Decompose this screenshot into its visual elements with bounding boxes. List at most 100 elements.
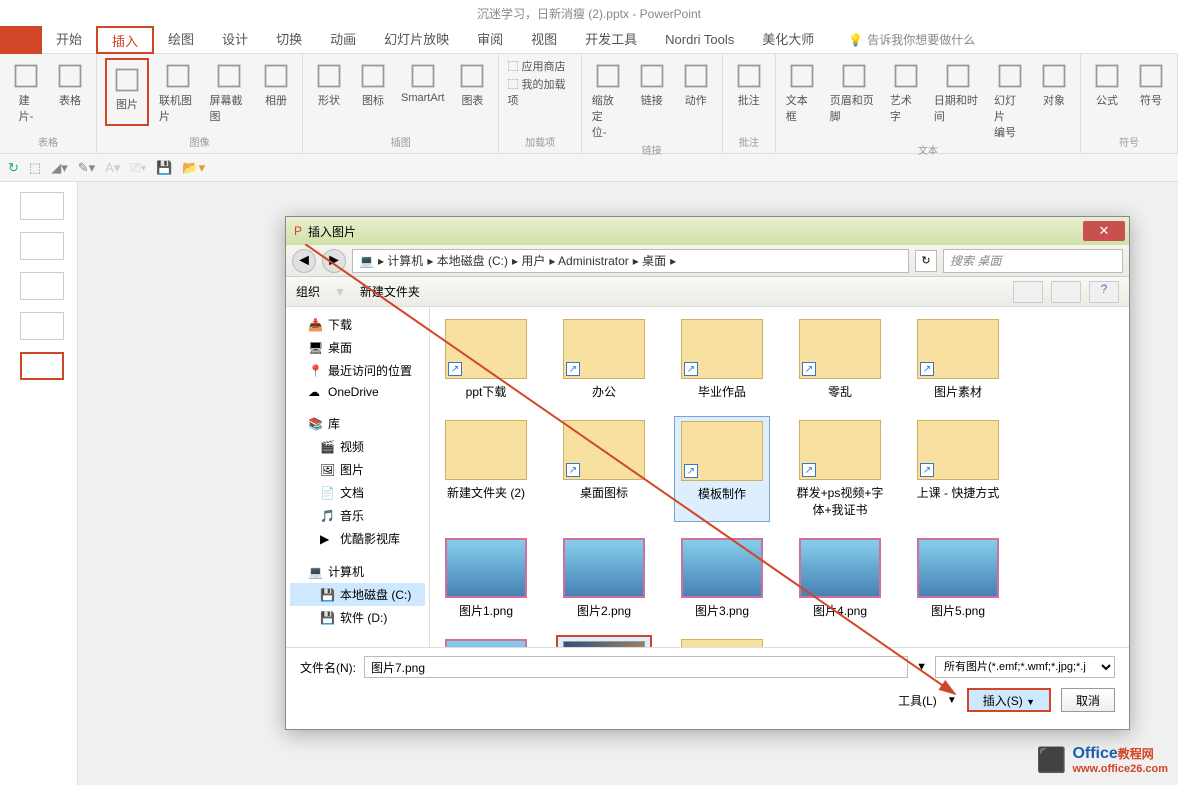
tree-item-库[interactable]: 📚库: [290, 412, 425, 435]
tab-开始[interactable]: 开始: [42, 26, 96, 54]
addon-item[interactable]: ⬚ 应用商店: [507, 58, 572, 74]
tab-设计[interactable]: 设计: [208, 26, 262, 54]
refresh-icon[interactable]: ↻: [915, 250, 937, 272]
tree-item-软件 (D:)[interactable]: 💾软件 (D:): [290, 606, 425, 629]
comment-button[interactable]: 批注: [731, 58, 767, 110]
tree-item-桌面[interactable]: 🖥桌面: [290, 336, 425, 359]
table-button[interactable]: 表格: [52, 58, 88, 126]
close-button[interactable]: ✕: [1083, 221, 1125, 241]
file-item[interactable]: 图片1.png: [438, 534, 534, 623]
zoom-button[interactable]: 缩放定位-: [590, 58, 626, 142]
file-item[interactable]: ↗毕业作品: [674, 315, 770, 404]
symbol-button[interactable]: 符号: [1133, 58, 1169, 110]
tree-item-计算机[interactable]: 💻计算机: [290, 560, 425, 583]
addon-item[interactable]: ⬚ 我的加载项: [507, 76, 572, 108]
view-mode-button[interactable]: [1051, 281, 1081, 303]
smartart-button[interactable]: SmartArt: [399, 58, 446, 110]
file-item[interactable]: 图片5.png: [910, 534, 1006, 623]
tree-item-OneDrive[interactable]: ☁OneDrive: [290, 382, 425, 402]
tab-视图[interactable]: 视图: [517, 26, 571, 54]
open-icon[interactable]: 📂▾: [182, 160, 205, 176]
album-button[interactable]: 相册: [258, 58, 294, 126]
file-item[interactable]: ↗模板制作: [674, 416, 770, 522]
slide-thumb[interactable]: [20, 312, 64, 340]
file-item[interactable]: ↗群发+ps视频+字体+我证书: [792, 416, 888, 522]
file-item[interactable]: 图片2.png: [556, 534, 652, 623]
slide-number-button[interactable]: 幻灯片编号: [992, 58, 1028, 142]
path-segment[interactable]: ▸ 本地磁盘 (C:): [427, 252, 508, 269]
tree-item-优酷影视库[interactable]: ▶优酷影视库: [290, 527, 425, 550]
online-picture-button[interactable]: 联机图片: [157, 58, 200, 126]
tree-item-最近访问的位置[interactable]: 📍最近访问的位置: [290, 359, 425, 382]
icons-button[interactable]: 图标: [355, 58, 391, 110]
qat-btn[interactable]: ✎▾: [78, 160, 95, 176]
new-folder-button[interactable]: 新建文件夹: [360, 283, 420, 300]
action-button[interactable]: 动作: [678, 58, 714, 142]
file-tab[interactable]: [0, 26, 42, 54]
new-slide-button[interactable]: 建片-: [8, 58, 44, 126]
cancel-button[interactable]: 取消: [1061, 688, 1115, 712]
shapes-button[interactable]: 形状: [311, 58, 347, 110]
save-icon[interactable]: 💾: [156, 160, 172, 176]
file-item[interactable]: 新建文件夹 (2): [438, 416, 534, 522]
tree-item-本地磁盘 (C:)[interactable]: 💾本地磁盘 (C:): [290, 583, 425, 606]
tree-item-音乐[interactable]: 🎵音乐: [290, 504, 425, 527]
qat-btn[interactable]: ◢▾: [51, 160, 68, 176]
file-item[interactable]: ↗ppt下载: [438, 315, 534, 404]
search-input[interactable]: 搜索 桌面: [943, 249, 1123, 273]
screenshot-button[interactable]: 屏幕截图: [208, 58, 251, 126]
slide-thumb[interactable]: [20, 272, 64, 300]
forward-button[interactable]: ►: [322, 249, 346, 273]
file-item[interactable]: 图片3.png: [674, 534, 770, 623]
back-button[interactable]: ◄: [292, 249, 316, 273]
file-item[interactable]: ↗上课 - 快捷方式: [910, 416, 1006, 522]
tab-美化大师[interactable]: 美化大师: [748, 26, 828, 54]
equation-button[interactable]: 公式: [1089, 58, 1125, 110]
slide-thumb[interactable]: [20, 192, 64, 220]
tree-item-视频[interactable]: 🎬视频: [290, 435, 425, 458]
wordart-button[interactable]: 艺术字: [888, 58, 924, 142]
tab-绘图[interactable]: 绘图: [154, 26, 208, 54]
file-item[interactable]: ↗办公: [556, 315, 652, 404]
qat-btn[interactable]: A▾: [105, 160, 120, 176]
path-segment[interactable]: ▸ 桌面: [633, 252, 666, 269]
file-item[interactable]: 图片6.png: [438, 635, 534, 647]
tree-item-图片[interactable]: 🖼图片: [290, 458, 425, 481]
dialog-titlebar[interactable]: P 插入图片 ✕: [286, 217, 1129, 245]
view-mode-button[interactable]: [1013, 281, 1043, 303]
refresh-icon[interactable]: ↻: [8, 160, 19, 176]
link-button[interactable]: 链接: [634, 58, 670, 142]
object-button[interactable]: 对象: [1036, 58, 1072, 142]
organize-menu[interactable]: 组织: [296, 283, 320, 300]
file-item[interactable]: 图片4.png: [792, 534, 888, 623]
tree-item-下载[interactable]: 📥下载: [290, 313, 425, 336]
datetime-button[interactable]: 日期和时间: [932, 58, 984, 142]
tools-menu[interactable]: 工具(L): [898, 692, 937, 709]
tab-开发工具[interactable]: 开发工具: [571, 26, 651, 54]
path-breadcrumb[interactable]: 💻 ▸ 计算机▸ 本地磁盘 (C:)▸ 用户▸ Administrator▸ 桌…: [352, 249, 909, 273]
path-segment[interactable]: ▸ 用户: [512, 252, 545, 269]
filetype-filter[interactable]: 所有图片(*.emf;*.wmf;*.jpg;*.j: [935, 656, 1115, 678]
tab-切换[interactable]: 切换: [262, 26, 316, 54]
tab-幻灯片放映[interactable]: 幻灯片放映: [370, 26, 463, 54]
path-segment[interactable]: ▸ 计算机: [378, 252, 423, 269]
file-item[interactable]: ↗桌面图标: [556, 416, 652, 522]
tab-插入[interactable]: 插入: [96, 26, 154, 54]
qat-btn[interactable]: ⬚: [29, 160, 41, 176]
tab-Nordri Tools[interactable]: Nordri Tools: [651, 26, 748, 54]
tree-item-文档[interactable]: 📄文档: [290, 481, 425, 504]
header-footer-button[interactable]: 页眉和页脚: [828, 58, 880, 142]
tell-me[interactable]: 💡 告诉我你想要做什么: [848, 31, 975, 48]
file-item[interactable]: ↗文案和作品: [674, 635, 770, 647]
picture-button[interactable]: 图片: [105, 58, 149, 126]
tab-审阅[interactable]: 审阅: [463, 26, 517, 54]
tab-动画[interactable]: 动画: [316, 26, 370, 54]
file-item[interactable]: ↗零乱: [792, 315, 888, 404]
file-item[interactable]: 图片7.png: [556, 635, 652, 647]
textbox-button[interactable]: 文本框: [784, 58, 820, 142]
qat-btn[interactable]: ⎚▾: [130, 160, 146, 176]
filename-input[interactable]: [364, 656, 908, 678]
slide-thumb[interactable]: [20, 232, 64, 260]
chart-button[interactable]: 图表: [454, 58, 490, 110]
file-item[interactable]: ↗图片素材: [910, 315, 1006, 404]
